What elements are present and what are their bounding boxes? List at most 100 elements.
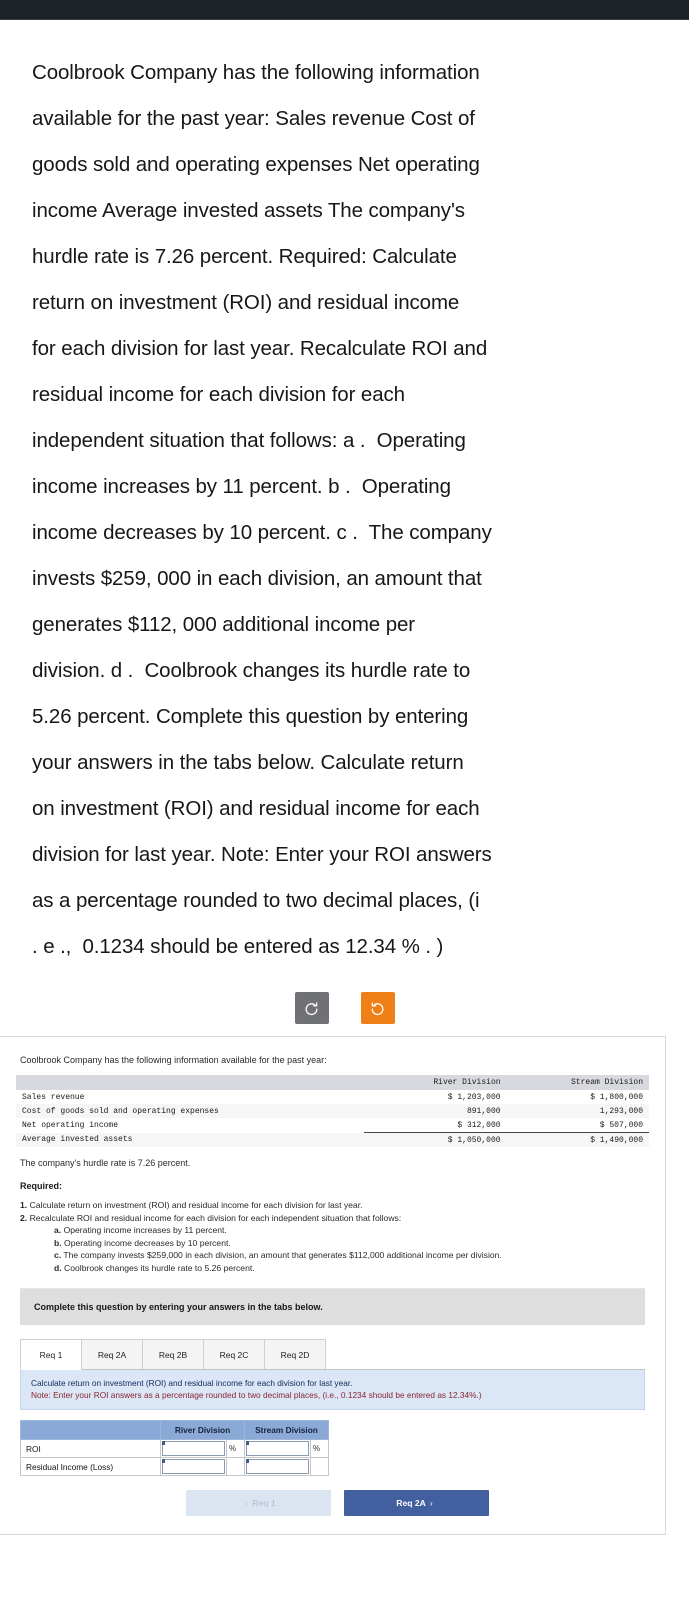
row-label: Sales revenue: [22, 1092, 85, 1102]
prose-line: hurdle rate is 7.26 percent. Required: C…: [32, 245, 457, 268]
row-value-stream: $ 1,800,000: [590, 1092, 643, 1102]
instruction-line-primary: Calculate return on investment (ROI) and…: [31, 1378, 353, 1388]
prose-line: available for the past year: Sales reven…: [32, 107, 475, 130]
prose-line: . e ., 0.1234 should be entered as 12.34…: [32, 935, 444, 958]
prose-line: income decreases by 10 percent. c . The …: [32, 521, 492, 544]
answer-row-label: ROI: [20, 1439, 161, 1458]
required-sublist: a. Operating income increases by 11 perc…: [54, 1224, 649, 1274]
required-subitem: a. Operating income increases by 11 perc…: [54, 1224, 649, 1237]
next-req-label: Req 2A: [396, 1498, 426, 1508]
instruction-line-note: Note: Enter your ROI answers as a percen…: [31, 1390, 482, 1400]
residual-stream-suffix: [310, 1457, 329, 1476]
column-header-blank: [16, 1075, 365, 1090]
residual-stream-input-cell[interactable]: [244, 1457, 311, 1476]
required-list: 1. Calculate return on investment (ROI) …: [20, 1199, 649, 1274]
browser-top-bar: [0, 0, 689, 20]
prose-line: 5.26 percent. Complete this question by …: [32, 705, 469, 728]
residual-river-input-cell[interactable]: [160, 1457, 227, 1476]
required-subitem-marker: b.: [54, 1237, 62, 1248]
tab-req-2a[interactable]: Req 2A: [81, 1339, 143, 1369]
roi-river-input[interactable]: [162, 1441, 225, 1456]
roi-river-input-cell[interactable]: [160, 1439, 227, 1458]
required-subitem: c. The company invests $259,000 in each …: [54, 1249, 649, 1262]
prose-line: return on investment (ROI) and residual …: [32, 291, 460, 314]
answer-column-header-river: River Division: [160, 1420, 245, 1440]
required-subitem-text: Coolbrook changes its hurdle rate to 5.2…: [64, 1262, 255, 1273]
hurdle-rate-text: The company's hurdle rate is 7.26 percen…: [20, 1158, 191, 1168]
previous-req-label: Req 1: [252, 1498, 276, 1508]
answer-row-roi: ROI % %: [20, 1439, 329, 1458]
row-value-stream: 1,293,000: [506, 1104, 649, 1118]
answer-entry-table: River Division Stream Division ROI % % R…: [20, 1420, 329, 1476]
prose-line: goods sold and operating expenses Net op…: [32, 153, 480, 176]
action-toolbar: [0, 992, 689, 1024]
required-subitem-marker: c.: [54, 1250, 62, 1260]
tab-req-1[interactable]: Req 1: [20, 1339, 82, 1370]
answer-column-header-stream: Stream Division: [244, 1420, 329, 1440]
card-intro-text: Coolbrook Company has the following info…: [20, 1055, 327, 1065]
prose-line: division. d . Coolbrook changes its hurd…: [32, 659, 471, 682]
table-row: Sales revenue $ 1,203,000 $ 1,800,000: [16, 1090, 649, 1104]
required-subitem-text: Operating income decreases by 10 percent…: [64, 1237, 231, 1248]
required-item-marker: 1.: [20, 1200, 28, 1210]
tab-req-2c[interactable]: Req 2C: [203, 1339, 265, 1369]
instruction-panel: Calculate return on investment (ROI) and…: [20, 1370, 645, 1410]
required-item-marker: 2.: [20, 1212, 28, 1223]
prose-line: division for last year. Note: Enter your…: [32, 843, 492, 866]
answer-row-residual-income: Residual Income (Loss): [20, 1457, 329, 1476]
row-value-river: 891,000: [364, 1104, 507, 1118]
required-subitem: b. Operating income decreases by 10 perc…: [54, 1237, 649, 1250]
roi-stream-input[interactable]: [246, 1441, 309, 1456]
complete-question-banner: Complete this question by entering your …: [20, 1288, 645, 1325]
table-row: Net operating income $ 312,000 $ 507,000: [16, 1118, 649, 1133]
row-value-river: $ 1,203,000: [447, 1092, 501, 1102]
required-subitem: d. Coolbrook changes its hurdle rate to …: [54, 1262, 649, 1275]
roi-river-percent-suffix: %: [226, 1439, 245, 1458]
row-label: Cost of goods sold and operating expense…: [16, 1104, 365, 1118]
requirement-tabs: Req 1 Req 2A Req 2B Req 2C Req 2D: [20, 1339, 645, 1370]
required-item-text: Recalculate ROI and residual income for …: [29, 1212, 402, 1223]
prose-line: your answers in the tabs below. Calculat…: [32, 751, 464, 774]
navigation-buttons: ‹ Req 1 Req 2A ›: [16, 1490, 649, 1516]
tab-req-2d[interactable]: Req 2D: [264, 1339, 326, 1369]
residual-stream-input[interactable]: [246, 1459, 309, 1474]
row-label: Average invested assets: [16, 1132, 365, 1147]
required-subitem-text: The company invests $259,000 in each div…: [63, 1250, 502, 1260]
next-req-button[interactable]: Req 2A ›: [344, 1490, 489, 1516]
prose-line: as a percentage rounded to two decimal p…: [32, 889, 480, 912]
row-value-river: $ 1,050,000: [364, 1132, 507, 1147]
row-value-stream: $ 1,490,000: [506, 1132, 649, 1147]
prose-line: income Average invested assets The compa…: [32, 199, 465, 222]
redo-button[interactable]: [360, 992, 395, 1024]
roi-stream-percent-suffix: %: [310, 1439, 329, 1458]
column-header-stream: Stream Division: [506, 1075, 649, 1090]
required-subitem-text: Operating income increases by 11 percent…: [63, 1225, 227, 1235]
table-row: Average invested assets $ 1,050,000 $ 1,…: [16, 1132, 649, 1147]
answer-row-label: Residual Income (Loss): [20, 1457, 161, 1476]
financial-data-table: River Division Stream Division Sales rev…: [16, 1075, 649, 1147]
prose-line: residual income for each division for ea…: [32, 383, 405, 406]
row-value-stream: $ 507,000: [599, 1120, 643, 1130]
roi-stream-input-cell[interactable]: [244, 1439, 311, 1458]
residual-river-suffix: [226, 1457, 245, 1476]
rotate-counterclockwise-icon: [304, 1001, 319, 1016]
required-heading: Required:: [20, 1181, 63, 1191]
undo-button[interactable]: [294, 992, 329, 1024]
residual-river-input[interactable]: [162, 1459, 225, 1474]
chevron-left-icon: ‹: [245, 1498, 249, 1508]
required-subitem-marker: a.: [54, 1225, 62, 1235]
required-subitem-marker: d.: [54, 1262, 62, 1273]
rotate-clockwise-icon: [370, 1001, 385, 1016]
previous-req-button[interactable]: ‹ Req 1: [186, 1490, 331, 1516]
required-item-text: Calculate return on investment (ROI) and…: [29, 1200, 363, 1210]
answer-header-row: River Division Stream Division: [20, 1420, 329, 1440]
prose-line: income increases by 11 percent. b . Oper…: [32, 475, 451, 498]
prose-line: invests $259, 000 in each division, an a…: [32, 567, 482, 590]
question-prose: Coolbrook Company has the following info…: [0, 20, 689, 970]
tab-req-2b[interactable]: Req 2B: [142, 1339, 204, 1369]
row-label: Net operating income: [22, 1120, 119, 1130]
prose-line: on investment (ROI) and residual income …: [32, 797, 480, 820]
exercise-card: Coolbrook Company has the following info…: [0, 1036, 666, 1535]
prose-line: for each division for last year. Recalcu…: [32, 337, 488, 360]
required-item: 1. Calculate return on investment (ROI) …: [20, 1199, 649, 1212]
